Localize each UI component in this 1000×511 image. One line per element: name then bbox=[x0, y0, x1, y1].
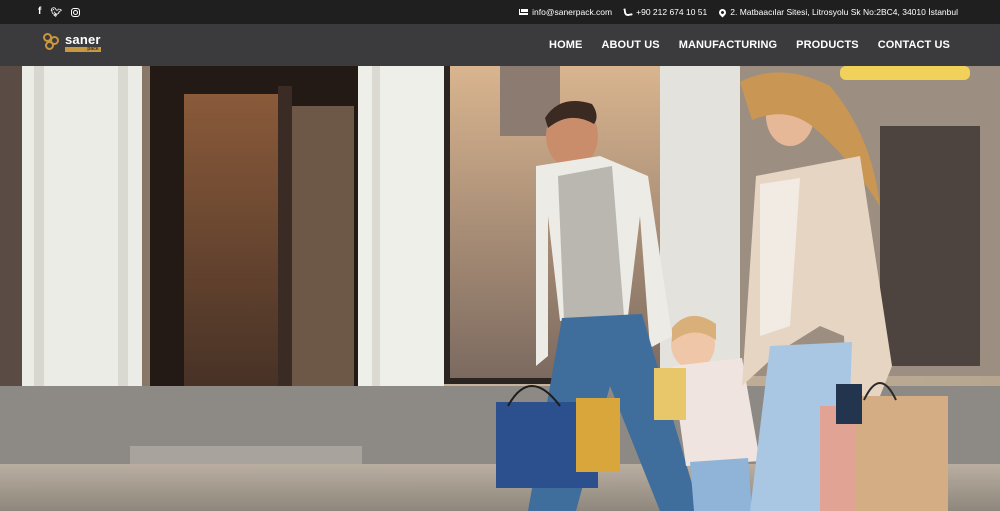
nav-products[interactable]: PRODUCTS bbox=[796, 39, 859, 51]
phone-contact[interactable]: +90 212 674 10 51 bbox=[623, 7, 707, 17]
logo-sub: pack bbox=[65, 46, 101, 52]
location-pin-icon bbox=[717, 7, 728, 17]
nav-home[interactable]: HOME bbox=[549, 39, 582, 51]
email-text[interactable]: info@sanerpack.com bbox=[532, 7, 612, 17]
nav-manufacturing[interactable]: MANUFACTURING bbox=[679, 39, 777, 51]
twitter-icon[interactable]: 🐦︎ bbox=[50, 7, 61, 17]
address-text: 2. Matbaacılar Sitesi, Litrosyolu Sk No:… bbox=[730, 7, 958, 17]
social-links: f 🐦︎ bbox=[38, 0, 80, 24]
main-navbar: saner pack HOME ABOUT US MANUFACTURING P… bbox=[0, 24, 1000, 66]
nav-about-us[interactable]: ABOUT US bbox=[601, 39, 659, 51]
address-contact: 2. Matbaacılar Sitesi, Litrosyolu Sk No:… bbox=[717, 7, 958, 17]
logo-word: saner bbox=[65, 31, 101, 47]
hero-illustration bbox=[0, 66, 1000, 511]
nav-contact-us[interactable]: CONTACT US bbox=[878, 39, 950, 51]
phone-text[interactable]: +90 212 674 10 51 bbox=[636, 7, 707, 17]
main-menu: HOME ABOUT US MANUFACTURING PRODUCTS CON… bbox=[549, 24, 950, 66]
logo-mark-icon bbox=[42, 32, 62, 52]
facebook-icon[interactable]: f bbox=[38, 7, 41, 17]
mail-icon bbox=[519, 9, 529, 15]
contact-info: info@sanerpack.com +90 212 674 10 51 2. … bbox=[519, 0, 958, 24]
email-contact[interactable]: info@sanerpack.com bbox=[519, 7, 612, 17]
site-logo[interactable]: saner pack bbox=[42, 32, 101, 52]
top-utility-bar: f 🐦︎ info@sanerpack.com +90 212 674 10 5… bbox=[0, 0, 1000, 24]
phone-icon bbox=[623, 7, 633, 17]
instagram-icon[interactable] bbox=[70, 7, 80, 17]
hero-family-shopping-image bbox=[0, 66, 1000, 511]
